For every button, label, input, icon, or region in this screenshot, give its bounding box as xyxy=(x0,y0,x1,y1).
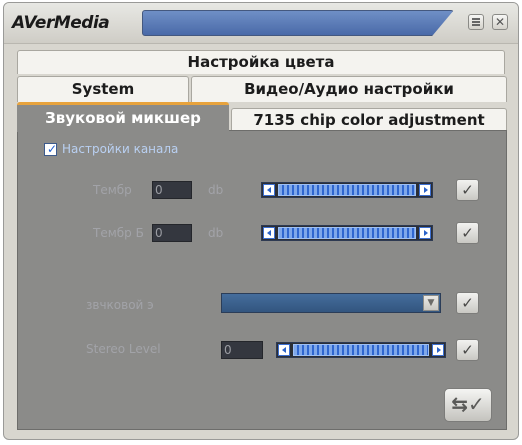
arrow-left-icon xyxy=(267,230,271,236)
window-caption-field xyxy=(142,10,454,36)
arrow-right-icon xyxy=(424,230,428,236)
stereo-level-label: Stereo Level xyxy=(86,342,161,356)
apply-arrow-check-icon: ⇆✓ xyxy=(451,392,485,416)
slider-left-button[interactable] xyxy=(263,227,275,239)
slider-track[interactable] xyxy=(278,184,416,196)
tab-row-3: Звуковой микшер 7135 chip color adjustme… xyxy=(17,102,507,132)
sound-effect-label: звчковой э xyxy=(86,298,154,312)
tab-sound-mixer[interactable]: Звуковой микшер xyxy=(17,102,229,132)
channel-settings-label: Настройки канала xyxy=(62,142,179,156)
menu-icon xyxy=(472,18,480,26)
stereo-level-slider[interactable] xyxy=(276,342,446,358)
arrow-right-icon xyxy=(424,187,428,193)
bass-unit: db xyxy=(208,226,224,240)
slider-right-button[interactable] xyxy=(419,184,431,196)
slider-track[interactable] xyxy=(293,344,429,356)
tab-row-2: System Видео/Аудио настройки xyxy=(17,76,507,102)
treble-slider[interactable] xyxy=(261,182,433,198)
stereo-level-apply-button[interactable]: ✓ xyxy=(456,339,479,361)
apply-button[interactable]: ⇆✓ xyxy=(444,388,492,422)
treble-apply-button[interactable]: ✓ xyxy=(456,179,479,201)
tab-7135-chip-color[interactable]: 7135 chip color adjustment xyxy=(231,108,507,132)
checkmark-icon: ✓ xyxy=(461,224,474,242)
app-window: AVerMedia ✕ Настройка цвета System Видео… xyxy=(3,2,519,440)
treble-value-field[interactable]: 0 xyxy=(152,181,192,199)
bass-apply-button[interactable]: ✓ xyxy=(456,222,479,244)
arrow-right-icon xyxy=(437,347,441,353)
slider-left-button[interactable] xyxy=(263,184,275,196)
checkmark-icon: ✓ xyxy=(461,341,474,359)
bass-label: Тембр Б xyxy=(93,226,144,240)
arrow-left-icon xyxy=(267,187,271,193)
treble-unit: db xyxy=(208,183,224,197)
arrow-left-icon xyxy=(282,347,286,353)
treble-label: Тембр xyxy=(93,183,132,197)
avermedia-logo: AVerMedia xyxy=(12,13,110,33)
tab-video-audio-settings[interactable]: Видео/Аудио настройки xyxy=(191,76,507,102)
tab-color-settings[interactable]: Настройка цвета xyxy=(17,50,505,74)
checkmark-icon: ✓ xyxy=(47,142,58,156)
slider-left-button[interactable] xyxy=(278,344,290,356)
checkmark-icon: ✓ xyxy=(461,294,474,312)
bass-value-field[interactable]: 0 xyxy=(152,224,192,242)
sound-mixer-panel: ✓ Настройки канала Тембр 0 db ✓ Тембр Б … xyxy=(17,130,507,430)
tab-system[interactable]: System xyxy=(17,76,189,102)
slider-right-button[interactable] xyxy=(432,344,444,356)
sound-effect-select[interactable]: ▼ xyxy=(221,293,441,313)
sound-effect-apply-button[interactable]: ✓ xyxy=(456,292,479,314)
channel-settings-checkbox[interactable]: ✓ xyxy=(44,142,58,156)
checkmark-icon: ✓ xyxy=(461,181,474,199)
stereo-level-value-field[interactable]: 0 xyxy=(221,341,263,359)
slider-right-button[interactable] xyxy=(419,227,431,239)
close-button[interactable]: ✕ xyxy=(492,14,508,30)
chevron-down-icon[interactable]: ▼ xyxy=(423,295,439,311)
slider-track[interactable] xyxy=(278,227,416,239)
title-bar: AVerMedia ✕ xyxy=(4,3,518,44)
menu-button[interactable] xyxy=(468,14,484,30)
bass-slider[interactable] xyxy=(261,225,433,241)
